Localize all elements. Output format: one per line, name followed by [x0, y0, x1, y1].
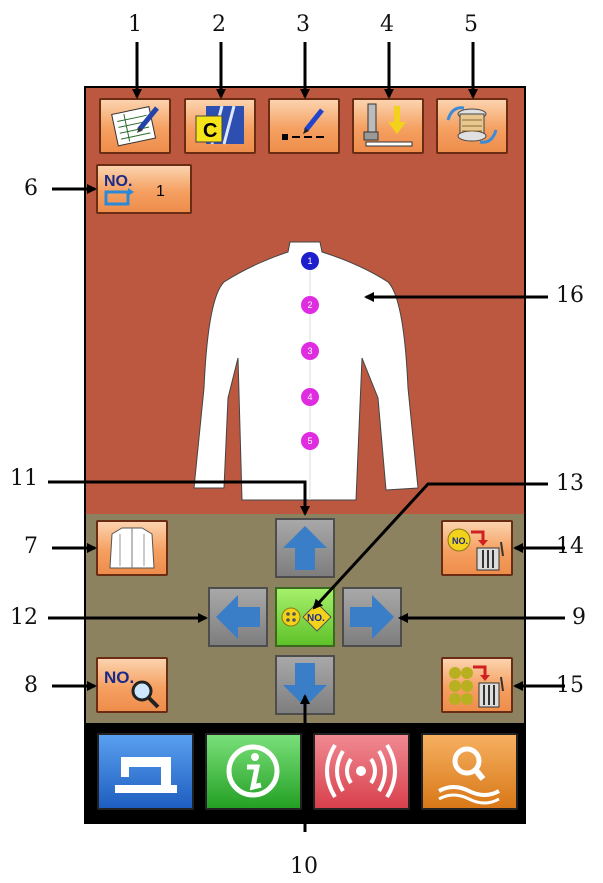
callout-16: 16 [556, 283, 584, 308]
stitch-button-4[interactable]: 4 [301, 388, 319, 406]
arrow-up-icon [283, 526, 327, 570]
callout-5: 5 [464, 12, 478, 37]
stitch-button-5[interactable]: 5 [301, 432, 319, 450]
pattern-number-button[interactable]: NO. 1 [96, 164, 192, 214]
arrow-down-icon [283, 663, 327, 707]
c-label: C [203, 120, 217, 142]
arrow-down-button[interactable] [275, 655, 335, 715]
sewing-machine-icon [115, 757, 177, 793]
stitch-button-3[interactable]: 3 [301, 342, 319, 360]
wireless-icon [325, 743, 397, 799]
search-number-icon: NO. [104, 668, 160, 709]
c-selector-button[interactable]: C [184, 98, 256, 154]
callout-9: 9 [572, 605, 586, 630]
info-icon [226, 744, 280, 798]
delete-number-button[interactable]: NO. [441, 520, 513, 576]
center-no-label: NO. [307, 613, 325, 624]
stitch-pen-icon [282, 108, 324, 140]
presser-foot-icon [363, 103, 413, 147]
arrow-left-button[interactable] [208, 587, 268, 647]
delete-all-icon [449, 665, 504, 708]
bobbin-winder-button[interactable] [436, 98, 508, 154]
no-search-label: NO. [104, 668, 134, 687]
callout-7: 7 [24, 534, 38, 559]
search-button[interactable] [421, 733, 518, 810]
shirt-preview [193, 241, 419, 501]
sewing-mode-button[interactable] [97, 733, 194, 810]
no-label: NO. [104, 173, 132, 190]
edit-list-icon [111, 106, 159, 147]
presser-foot-button[interactable] [352, 98, 424, 154]
stitch-button-2[interactable]: 2 [301, 296, 319, 314]
pattern-number-value: 1 [156, 183, 165, 200]
search-icon [438, 746, 500, 805]
callout-11: 11 [10, 466, 38, 491]
callout-14: 14 [556, 534, 584, 559]
arrow-left-icon [216, 595, 260, 639]
stitch-pen-button[interactable] [268, 98, 340, 154]
shirt-button[interactable] [96, 520, 168, 576]
callout-3: 3 [296, 12, 310, 37]
callout-8: 8 [24, 673, 38, 698]
stitch-button-1[interactable]: 1 [301, 252, 319, 270]
pattern-number-icon: NO. 1 [104, 173, 165, 206]
arrow-right-icon [350, 595, 394, 639]
edit-list-button[interactable] [99, 98, 171, 154]
callout-1: 1 [128, 12, 142, 37]
c-selector-icon: C [195, 105, 244, 145]
button-number-icon: NO. [281, 602, 332, 632]
callout-10: 10 [290, 854, 318, 879]
shirt-icon [109, 527, 155, 569]
bobbin-winder-icon [446, 106, 498, 144]
search-number-button[interactable]: NO. [96, 657, 168, 713]
callout-15: 15 [556, 673, 584, 698]
delete-number-icon: NO. [447, 528, 504, 571]
button-number-center[interactable]: NO. [275, 587, 335, 647]
communication-button[interactable] [313, 733, 410, 810]
callout-4: 4 [380, 12, 394, 37]
delete-all-button[interactable] [441, 657, 513, 713]
info-button[interactable] [205, 733, 302, 810]
arrow-up-button[interactable] [275, 518, 335, 578]
no-delete-label: NO. [452, 536, 468, 546]
callout-2: 2 [212, 12, 226, 37]
arrow-right-button[interactable] [342, 587, 402, 647]
callout-6: 6 [24, 176, 38, 201]
callout-13: 13 [556, 471, 584, 496]
callout-12: 12 [10, 605, 38, 630]
